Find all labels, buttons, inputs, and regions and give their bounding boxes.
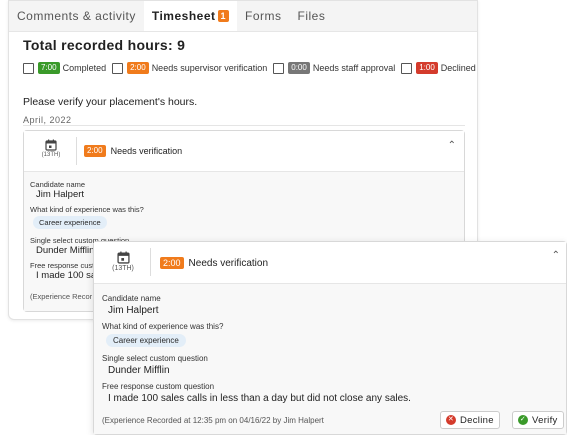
- tab-files[interactable]: Files: [290, 1, 334, 31]
- verify-button[interactable]: ✓ Verify: [512, 411, 564, 429]
- entry-status-label-zoomed: Needs verification: [188, 257, 269, 269]
- legend-needs-staff[interactable]: 0:00 Needs staff approval: [273, 62, 395, 74]
- entry-day: (13TH): [41, 152, 61, 158]
- divider: [23, 125, 465, 126]
- entry-card-header[interactable]: (13TH) 2:00 Needs verification ⌃: [24, 131, 464, 172]
- tab-timesheet-label: Timesheet: [151, 9, 216, 23]
- decline-label: Decline: [460, 414, 494, 426]
- needs-staff-hours-badge: 0:00: [288, 62, 310, 74]
- timesheet-count-badge: 1: [217, 10, 230, 22]
- decline-button[interactable]: ✕ Decline: [440, 411, 500, 429]
- tab-comments-activity[interactable]: Comments & activity: [9, 1, 144, 31]
- entry-status: 2:00 Needs verification: [84, 145, 182, 157]
- candidate-label: Candidate name: [30, 180, 86, 189]
- month-heading: April, 2022: [23, 115, 72, 125]
- needs-staff-label: Needs staff approval: [312, 63, 396, 73]
- entry-status-zoomed: 2:00 Needs verification: [160, 257, 268, 269]
- needs-supervisor-checkbox[interactable]: [112, 62, 124, 74]
- free-label-zoomed: Free response custom question: [102, 382, 215, 391]
- page-title: Total recorded hours: 9: [23, 37, 186, 53]
- declined-label: Declined: [440, 63, 476, 73]
- kind-label-zoomed: What kind of experience was this?: [102, 322, 224, 331]
- completed-label: Completed: [62, 63, 107, 73]
- entry-card-zoomed: (13TH) 2:00 Needs verification ⌃ Candida…: [93, 241, 567, 435]
- select-label-zoomed: Single select custom question: [102, 354, 208, 363]
- calendar-icon: [45, 139, 57, 151]
- select-value-zoomed: Dunder Mifflin: [108, 365, 170, 376]
- close-icon: ✕: [446, 415, 456, 425]
- legend-needs-supervisor[interactable]: 2:00 Needs supervisor verification: [112, 62, 267, 74]
- entry-card-header-zoomed[interactable]: (13TH) 2:00 Needs verification ⌃: [94, 242, 566, 284]
- needs-supervisor-hours-badge: 2:00: [127, 62, 149, 74]
- free-label: Free response cust: [30, 261, 95, 270]
- completed-hours-badge: 7:00: [38, 62, 60, 74]
- recorded-note: (Experience Recor: [30, 292, 93, 301]
- declined-checkbox[interactable]: [401, 62, 413, 74]
- header-divider: [76, 137, 77, 165]
- kind-chip-zoomed: Career experience: [106, 334, 186, 347]
- legend-declined[interactable]: 1:00 Declined: [401, 62, 476, 74]
- status-legend: 7:00 Completed 2:00 Needs supervisor ver…: [23, 62, 477, 74]
- needs-supervisor-label: Needs supervisor verification: [151, 63, 268, 73]
- verify-label: Verify: [532, 414, 558, 426]
- kind-chip: Career experience: [33, 216, 107, 229]
- recorded-note-zoomed: (Experience Recorded at 12:35 pm on 04/1…: [102, 416, 324, 425]
- entry-day-zoomed: (13TH): [112, 265, 134, 272]
- entry-hours-badge-zoomed: 2:00: [160, 257, 184, 269]
- tab-timesheet[interactable]: Timesheet 1: [143, 1, 238, 31]
- tab-bar: Comments & activity Timesheet 1 Forms Fil…: [9, 1, 477, 32]
- completed-checkbox[interactable]: [23, 62, 34, 74]
- select-value: Dunder Mifflin: [36, 245, 95, 256]
- legend-completed[interactable]: 7:00 Completed: [23, 62, 106, 74]
- verify-instructions: Please verify your placement's hours.: [23, 96, 198, 108]
- entry-date: (13TH): [30, 139, 72, 158]
- declined-hours-badge: 1:00: [416, 62, 438, 74]
- chevron-up-icon[interactable]: ⌃: [552, 250, 560, 261]
- entry-date-zoomed: (13TH): [102, 251, 144, 272]
- tab-forms[interactable]: Forms: [237, 1, 290, 31]
- entry-status-label: Needs verification: [110, 146, 183, 156]
- kind-label: What kind of experience was this?: [30, 205, 144, 214]
- calendar-icon: [116, 251, 130, 264]
- candidate-value: Jim Halpert: [36, 189, 85, 200]
- chevron-up-icon[interactable]: ⌃: [448, 140, 456, 151]
- check-icon: ✓: [518, 415, 528, 425]
- candidate-label-zoomed: Candidate name: [102, 294, 161, 303]
- needs-staff-checkbox[interactable]: [273, 62, 285, 74]
- candidate-value-zoomed: Jim Halpert: [108, 305, 159, 316]
- entry-hours-badge: 2:00: [84, 145, 106, 157]
- header-divider-zoomed: [150, 248, 151, 276]
- entry-card-body-zoomed: Candidate name Jim Halpert What kind of …: [94, 284, 566, 434]
- free-value-zoomed: I made 100 sales calls in less than a da…: [108, 393, 411, 404]
